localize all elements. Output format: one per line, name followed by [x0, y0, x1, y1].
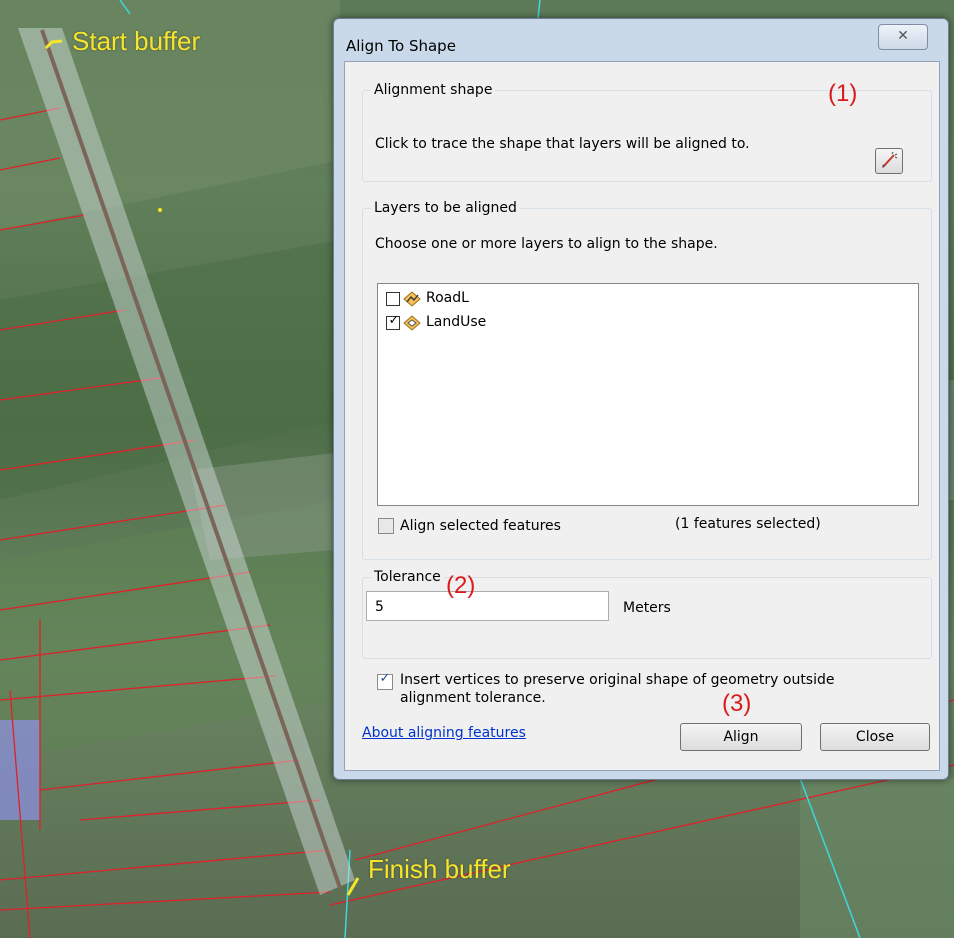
alignment-shape-group-label: Alignment shape — [371, 82, 496, 98]
dialog-titlebar[interactable]: Align To Shape ✕ — [334, 19, 948, 61]
callout-label-3: (3) — [722, 690, 752, 717]
align-selected-label: Align selected features — [400, 518, 561, 534]
tolerance-units: Meters — [623, 600, 671, 616]
insert-vertices-label-line1: Insert vertices to preserve original sha… — [400, 672, 835, 688]
close-button[interactable]: Close — [820, 723, 930, 751]
alignment-shape-instruction: Click to trace the shape that layers wil… — [375, 136, 750, 152]
callout-label-2: (2) — [446, 572, 476, 599]
insert-vertices-label-line2: alignment tolerance. — [400, 690, 546, 706]
layer-list[interactable]: RoadL ✓ LandUse — [377, 283, 919, 506]
polygon-layer-icon — [403, 315, 421, 331]
callout-label-1: (1) — [828, 80, 858, 107]
layers-group-label: Layers to be aligned — [371, 200, 520, 216]
finish-buffer-label: Finish buffer — [368, 854, 511, 884]
close-icon[interactable]: ✕ — [878, 24, 928, 50]
layers-instruction: Choose one or more layers to align to th… — [375, 236, 718, 252]
checkmark-icon: ✓ — [379, 671, 391, 686]
layer-roadl-checkbox[interactable] — [386, 292, 400, 306]
insert-vertices-checkbox[interactable]: ✓ — [377, 671, 393, 690]
trace-pencil-icon — [882, 151, 898, 168]
about-aligning-link[interactable]: About aligning features — [362, 725, 526, 741]
align-to-shape-dialog: Align To Shape ✕ Alignment shape Click t… — [333, 18, 949, 780]
align-button[interactable]: Align — [680, 723, 802, 751]
start-buffer-label: Start buffer — [72, 26, 201, 56]
tolerance-input[interactable]: 5 — [366, 591, 609, 621]
dialog-title: Align To Shape — [346, 37, 456, 55]
layer-landuse-checkbox[interactable]: ✓ — [386, 313, 400, 330]
layer-landuse-name: LandUse — [426, 314, 487, 330]
align-selected-checkbox[interactable] — [378, 518, 394, 534]
line-layer-icon — [403, 291, 421, 307]
selected-count: (1 features selected) — [675, 516, 821, 532]
dialog-client-area: Alignment shape Click to trace the shape… — [344, 61, 940, 771]
layer-roadl-name: RoadL — [426, 290, 469, 306]
checkmark-icon: ✓ — [388, 313, 400, 328]
trace-shape-button[interactable] — [875, 148, 903, 174]
tolerance-group-label: Tolerance — [371, 569, 444, 585]
